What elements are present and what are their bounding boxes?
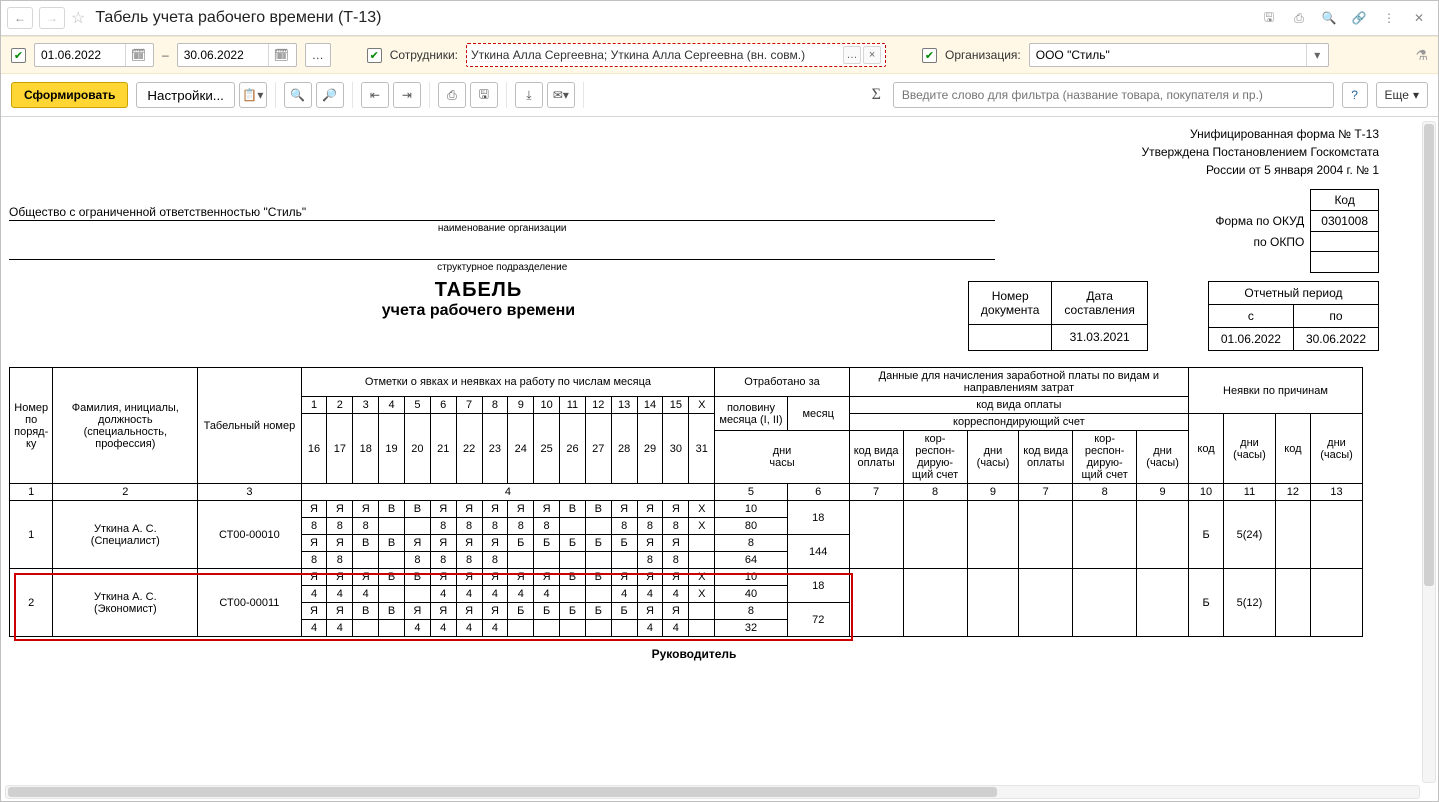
form-header-line: России от 5 января 2004 г. № 1 <box>9 161 1379 179</box>
timesheet-table: Номер по поряд-куФамилия, инициалы, долж… <box>9 367 1363 637</box>
generate-button[interactable]: Сформировать <box>11 82 128 108</box>
scroll-thumb[interactable] <box>1424 124 1434 586</box>
employees-filter-checkbox[interactable]: ✔ <box>367 48 382 63</box>
scroll-thumb[interactable] <box>8 787 997 797</box>
dept-caption: структурное подразделение <box>9 262 995 273</box>
doc-footer: Руководитель <box>9 647 1379 661</box>
date-from-field[interactable] <box>35 48 125 62</box>
okud-code: 0301008 <box>1311 211 1379 232</box>
employees-select-button[interactable]: … <box>843 46 861 64</box>
report-period-table: Отчетный период спо 01.06.202230.06.2022 <box>1208 281 1379 351</box>
title-bar: ← → ☆ Табель учета рабочего времени (Т-1… <box>1 1 1438 36</box>
period-from-label: с <box>1208 305 1293 328</box>
favorite-star-icon[interactable]: ☆ <box>71 8 85 28</box>
org-name-text: Общество с ограниченной ответственностью… <box>9 205 306 219</box>
doc-title-main: ТАБЕЛЬ <box>9 279 948 302</box>
link-icon[interactable]: 🔗 <box>1348 7 1370 29</box>
print-icon[interactable]: ⎙ <box>1288 7 1310 29</box>
chevron-down-icon: ▾ <box>1413 88 1419 102</box>
filter-bar: ✔ 🗓 – 🗓 … ✔ Сотрудники: Уткина Алла Серг… <box>1 36 1438 74</box>
text-filter-field[interactable] <box>900 87 1327 103</box>
dropdown-icon[interactable]: ▾ <box>1306 44 1328 66</box>
date-filter-checkbox[interactable]: ✔ <box>11 48 26 63</box>
okpo-code <box>1311 232 1379 252</box>
nav-back-button[interactable]: ← <box>7 7 33 29</box>
employees-clear-button[interactable]: × <box>863 46 881 64</box>
settings-button[interactable]: Настройки... <box>136 82 234 108</box>
employees-input[interactable]: Уткина Алла Сергеевна; Уткина Алла Серге… <box>466 43 886 67</box>
calendar-icon[interactable]: 🗓 <box>125 44 151 66</box>
document-viewport: Унифицированная форма № Т-13 Утверждена … <box>1 117 1438 801</box>
close-icon[interactable]: ✕ <box>1408 7 1430 29</box>
org-filter-checkbox[interactable]: ✔ <box>922 48 937 63</box>
okpo-label: по ОКПО <box>1205 232 1310 252</box>
date-to-input[interactable]: 🗓 <box>177 43 297 67</box>
document-scroll[interactable]: Унифицированная форма № Т-13 Утверждена … <box>5 121 1438 665</box>
org-label: Организация: <box>945 48 1021 62</box>
report-document: Унифицированная форма № Т-13 Утверждена … <box>5 121 1383 665</box>
doc-number <box>968 324 1052 350</box>
meta-label: составления <box>1064 303 1134 317</box>
preview-icon[interactable]: 🔍 <box>1318 7 1340 29</box>
meta-label: документа <box>981 303 1040 317</box>
settings-button-label: Настройки... <box>147 88 223 103</box>
expand-button[interactable]: ⇥ <box>393 82 421 108</box>
nav-forward-button[interactable]: → <box>39 7 65 29</box>
horizontal-scrollbar[interactable] <box>5 785 1420 799</box>
date-from-input[interactable]: 🗓 <box>34 43 154 67</box>
filter-funnel-icon[interactable]: ⚗ <box>1415 47 1428 64</box>
codes-box: Код Форма по ОКУД0301008 по ОКПО <box>1205 189 1379 273</box>
meta-label: Дата <box>1086 289 1113 303</box>
date-to-field[interactable] <box>178 48 268 62</box>
period-from: 01.06.2022 <box>1208 328 1293 351</box>
export-button[interactable]: ⤓ <box>515 82 543 108</box>
doc-title: ТАБЕЛЬ учета рабочего времени <box>9 279 948 320</box>
text-filter-input[interactable] <box>893 82 1334 108</box>
date-picker-button[interactable]: … <box>305 43 331 67</box>
org-field[interactable] <box>1030 48 1306 62</box>
save-icon[interactable]: 🖫 <box>1258 7 1280 29</box>
org-name: Общество с ограниченной ответственностью… <box>9 205 995 221</box>
page-title: Табель учета рабочего времени (Т-13) <box>95 9 381 27</box>
org-input[interactable]: ▾ <box>1029 43 1329 67</box>
vertical-scrollbar[interactable] <box>1422 121 1436 783</box>
more-menu-button[interactable]: Еще ▾ <box>1376 82 1428 108</box>
more-menu-label: Еще <box>1385 88 1409 102</box>
okud-label: Форма по ОКУД <box>1205 211 1310 232</box>
doc-number-table: Номердокумента Датасоставления 31.03.202… <box>968 281 1148 351</box>
dept-line <box>9 244 995 260</box>
period-to: 30.06.2022 <box>1293 328 1378 351</box>
collapse-button[interactable]: ⇤ <box>361 82 389 108</box>
period-to-label: по <box>1293 305 1378 328</box>
settings-paste-button[interactable]: 📋▾ <box>239 82 267 108</box>
meta-tables: Номердокумента Датасоставления 31.03.202… <box>948 281 1379 351</box>
org-caption: наименование организации <box>9 223 995 234</box>
form-header-line: Утверждена Постановлением Госкомстата <box>9 143 1379 161</box>
doc-date: 31.03.2021 <box>1052 324 1147 350</box>
form-header: Унифицированная форма № Т-13 Утверждена … <box>9 125 1379 179</box>
doc-title-sub: учета рабочего времени <box>9 302 948 320</box>
code-label: Код <box>1311 190 1379 211</box>
toolbar: Сформировать Настройки... 📋▾ 🔍 🔎 ⇤ ⇥ ⎙ 🖫… <box>1 74 1438 117</box>
employees-label: Сотрудники: <box>390 48 458 62</box>
email-button[interactable]: ✉▾ <box>547 82 575 108</box>
print-button[interactable]: ⎙ <box>438 82 466 108</box>
form-header-line: Унифицированная форма № Т-13 <box>9 125 1379 143</box>
period-head: Отчетный период <box>1208 282 1378 305</box>
find-button[interactable]: 🔍 <box>284 82 312 108</box>
date-separator: – <box>162 48 169 62</box>
calendar-icon[interactable]: 🗓 <box>268 44 294 66</box>
help-button[interactable]: ? <box>1342 82 1368 108</box>
employees-value: Уткина Алла Сергеевна; Уткина Алла Серге… <box>471 48 841 62</box>
save-as-button[interactable]: 🖫 <box>470 82 498 108</box>
find-next-button[interactable]: 🔎 <box>316 82 344 108</box>
sigma-icon: Σ <box>868 86 885 104</box>
kebab-menu-icon[interactable]: ⋮ <box>1378 7 1400 29</box>
app-window: ← → ☆ Табель учета рабочего времени (Т-1… <box>0 0 1439 802</box>
meta-label: Номер <box>992 289 1029 303</box>
